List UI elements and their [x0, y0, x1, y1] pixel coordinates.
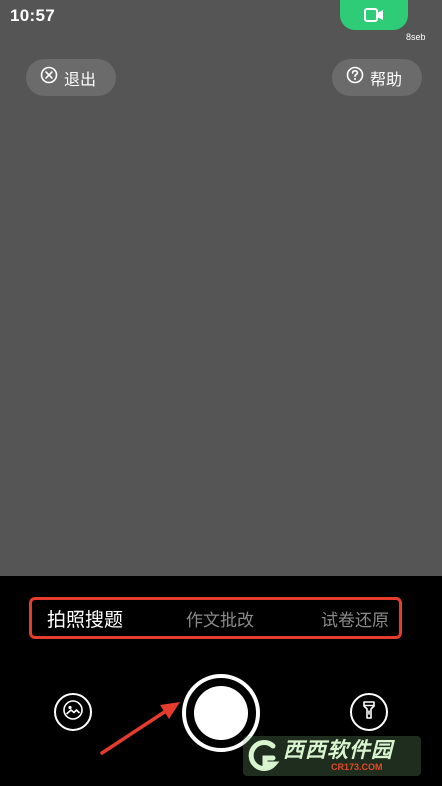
gallery-icon	[62, 699, 84, 726]
shutter-inner	[194, 686, 248, 740]
gallery-button[interactable]	[54, 693, 92, 731]
watermark-emblem-icon	[243, 736, 283, 776]
exit-label: 退出	[64, 71, 97, 89]
watermark-logo: 西西软件园 CR173.COM	[243, 736, 421, 776]
help-label: 帮助	[370, 71, 403, 89]
annotation-arrow	[100, 702, 180, 755]
watermark-brand: 西西软件园	[283, 739, 393, 762]
watermark-domain: CR173.COM	[331, 762, 383, 772]
video-camera-icon	[364, 7, 384, 23]
mode-tab-essay-correction[interactable]: 作文批改	[186, 606, 254, 631]
mode-tab-paper-restore[interactable]: 试卷还原	[321, 606, 389, 631]
flashlight-icon	[358, 699, 380, 726]
close-circle-icon	[40, 66, 64, 89]
status-time: 10:57	[10, 6, 55, 25]
screen-record-button[interactable]	[340, 0, 408, 30]
help-circle-icon	[346, 66, 370, 89]
record-duration-label: 8seb	[406, 32, 426, 42]
flashlight-button[interactable]	[350, 693, 388, 731]
help-button[interactable]: 帮助	[332, 59, 422, 96]
exit-button[interactable]: 退出	[26, 59, 116, 96]
mode-tab-photo-search[interactable]: 拍照搜题	[47, 605, 123, 632]
